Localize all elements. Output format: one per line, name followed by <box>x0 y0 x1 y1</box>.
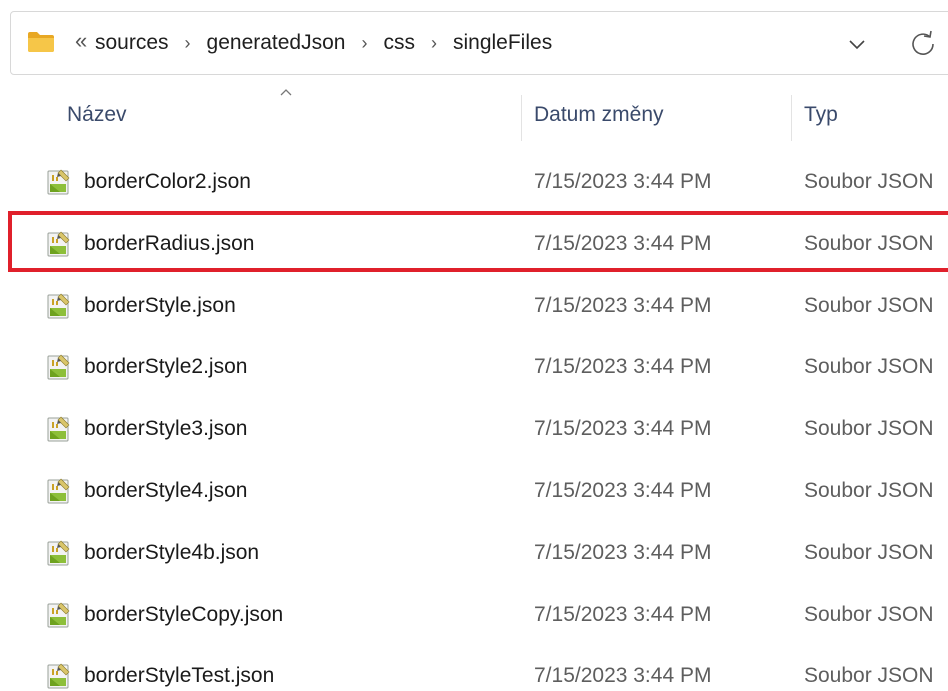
file-name: borderStyle2.json <box>84 355 248 379</box>
file-type: Soubor JSON <box>804 540 934 564</box>
json-file-icon <box>47 354 70 380</box>
file-date: 7/15/2023 3:44 PM <box>534 602 712 626</box>
breadcrumb-overflow[interactable]: « <box>75 29 87 53</box>
table-row[interactable]: borderColor2.json 7/15/2023 3:44 PM Soub… <box>0 152 948 214</box>
breadcrumb-item-singlefiles[interactable]: singleFiles <box>453 31 552 55</box>
chevron-right-icon[interactable]: › <box>169 33 207 54</box>
column-divider[interactable] <box>521 95 522 141</box>
file-name: borderStyle4.json <box>84 478 248 502</box>
file-date: 7/15/2023 3:44 PM <box>534 664 712 688</box>
folder-icon <box>28 32 54 52</box>
file-name: borderColor2.json <box>84 170 251 193</box>
file-date: 7/15/2023 3:44 PM <box>534 293 712 317</box>
file-date: 7/15/2023 3:44 PM <box>534 231 712 255</box>
table-row[interactable]: borderStyleCopy.json 7/15/2023 3:44 PM S… <box>0 585 948 647</box>
file-type: Soubor JSON <box>804 602 934 626</box>
column-header-type[interactable]: Typ <box>804 103 838 127</box>
file-explorer-window: « sources › generatedJson › css › single… <box>0 0 948 691</box>
table-row[interactable]: borderStyle2.json 7/15/2023 3:44 PM Soub… <box>0 337 948 399</box>
address-bar[interactable]: « sources › generatedJson › css › single… <box>10 11 948 75</box>
file-date: 7/15/2023 3:44 PM <box>534 170 712 193</box>
file-name: borderStyle3.json <box>84 417 248 441</box>
json-file-icon <box>47 416 70 442</box>
breadcrumb: sources › generatedJson › css › singleFi… <box>95 29 552 57</box>
file-date: 7/15/2023 3:44 PM <box>534 478 712 502</box>
file-name: borderStyle4b.json <box>84 540 260 564</box>
column-header-row: Název Datum změny Typ <box>0 89 948 145</box>
file-type: Soubor JSON <box>804 231 934 255</box>
column-divider[interactable] <box>791 95 792 141</box>
breadcrumb-item-generatedjson[interactable]: generatedJson <box>207 31 346 55</box>
json-file-icon <box>47 540 70 566</box>
refresh-icon[interactable] <box>908 29 938 59</box>
json-file-icon <box>47 231 70 257</box>
file-date: 7/15/2023 3:44 PM <box>534 417 712 441</box>
file-type: Soubor JSON <box>804 664 934 688</box>
table-row[interactable]: borderStyle.json 7/15/2023 3:44 PM Soubo… <box>0 276 948 338</box>
file-name: borderStyle.json <box>84 293 236 317</box>
table-row[interactable]: borderStyle4.json 7/15/2023 3:44 PM Soub… <box>0 461 948 523</box>
chevron-right-icon[interactable]: › <box>415 33 453 54</box>
sort-ascending-icon <box>280 89 292 96</box>
breadcrumb-item-sources[interactable]: sources <box>95 31 169 55</box>
file-type: Soubor JSON <box>804 293 934 317</box>
file-date: 7/15/2023 3:44 PM <box>534 540 712 564</box>
json-file-icon <box>47 293 70 319</box>
table-row[interactable]: borderStyle4b.json 7/15/2023 3:44 PM Sou… <box>0 523 948 585</box>
file-date: 7/15/2023 3:44 PM <box>534 355 712 379</box>
file-type: Soubor JSON <box>804 170 934 193</box>
table-row[interactable]: borderStyle3.json 7/15/2023 3:44 PM Soub… <box>0 399 948 461</box>
column-header-date[interactable]: Datum změny <box>534 103 664 127</box>
chevron-right-icon[interactable]: › <box>345 33 383 54</box>
json-file-icon <box>47 169 70 195</box>
file-type: Soubor JSON <box>804 355 934 379</box>
file-name: borderRadius.json <box>84 231 255 255</box>
table-row[interactable]: borderRadius.json 7/15/2023 3:44 PM Soub… <box>0 214 948 276</box>
json-file-icon <box>47 602 70 628</box>
chevron-down-icon[interactable] <box>845 32 869 56</box>
file-list: borderColor2.json 7/15/2023 3:44 PM Soub… <box>0 152 948 691</box>
file-name: borderStyleTest.json <box>84 664 275 688</box>
table-row[interactable]: borderStyleTest.json 7/15/2023 3:44 PM S… <box>0 646 948 691</box>
column-header-name[interactable]: Název <box>67 103 127 127</box>
json-file-icon <box>47 478 70 504</box>
file-type: Soubor JSON <box>804 417 934 441</box>
json-file-icon <box>47 663 70 689</box>
breadcrumb-item-css[interactable]: css <box>383 31 415 55</box>
file-name: borderStyleCopy.json <box>84 602 284 626</box>
file-type: Soubor JSON <box>804 478 934 502</box>
